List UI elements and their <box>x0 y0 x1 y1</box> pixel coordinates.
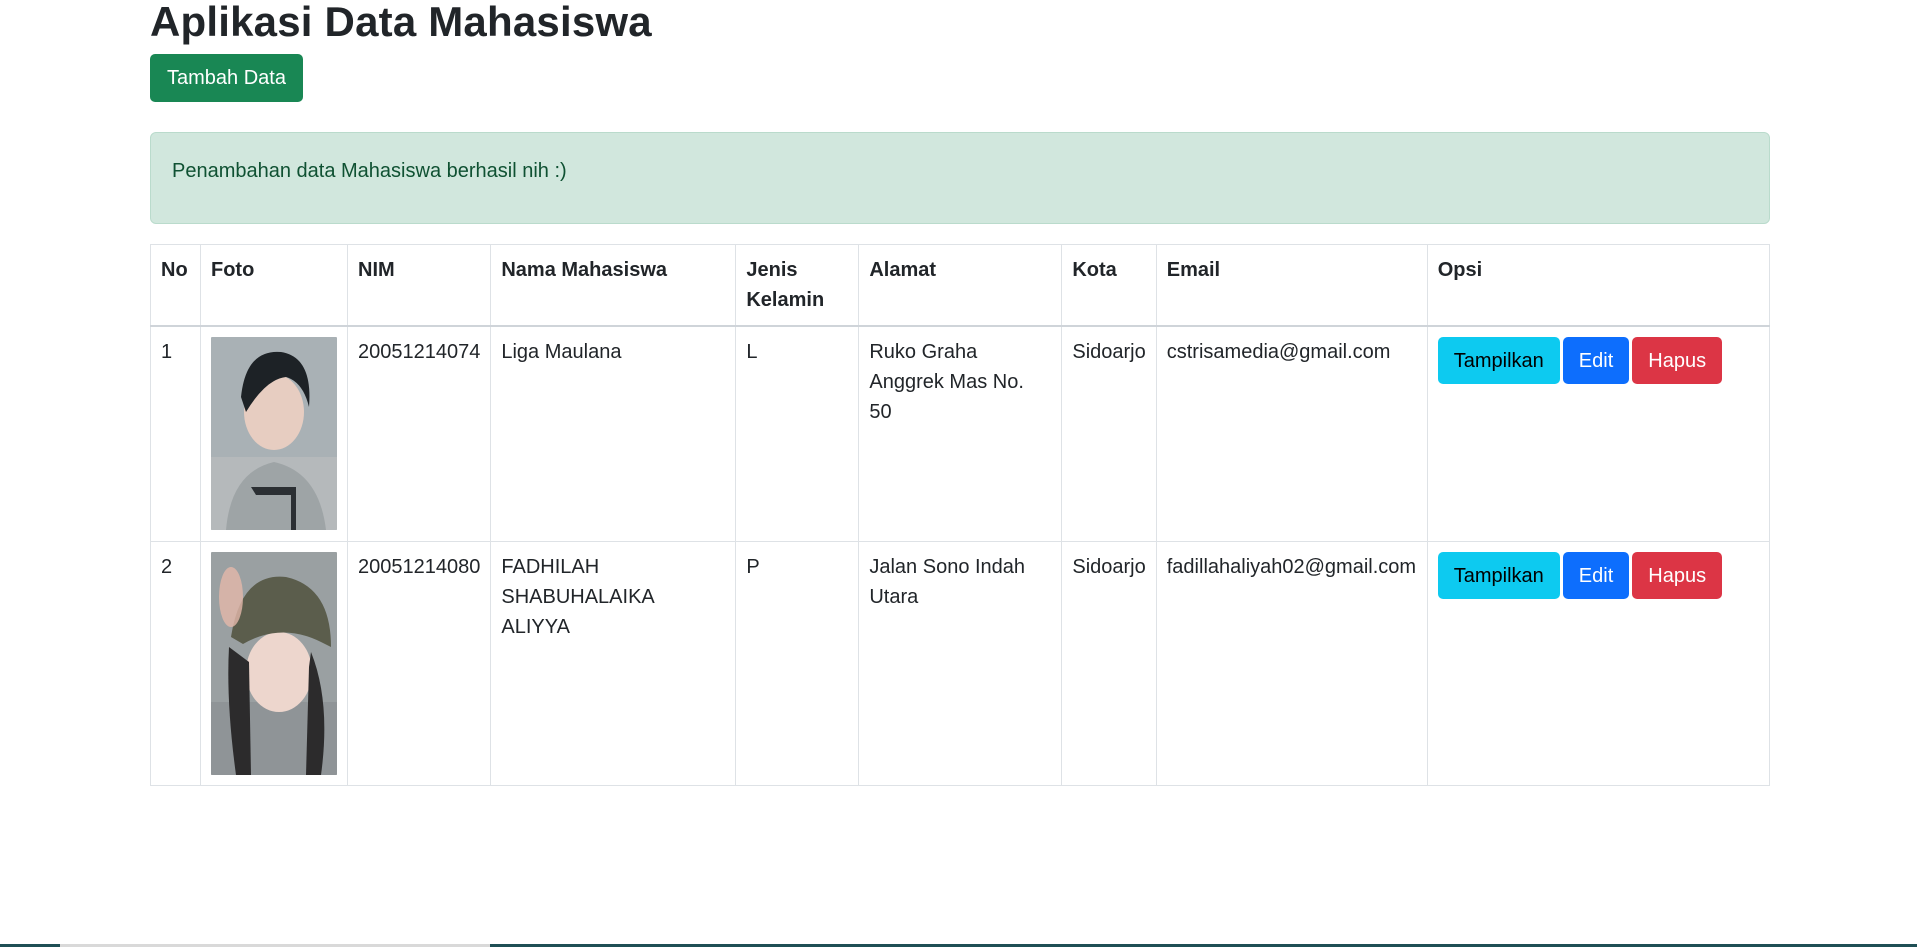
main-container: Aplikasi Data Mahasiswa Tambah Data Pena… <box>150 0 1771 786</box>
cell-nim: 20051214074 <box>346 325 492 542</box>
delete-button[interactable]: Hapus <box>1632 337 1723 384</box>
cell-jenis-kelamin: L <box>735 325 860 542</box>
delete-button[interactable]: Hapus <box>1632 552 1723 599</box>
cell-alamat: Ruko Graha Anggrek Mas No. 50 <box>858 325 1063 542</box>
table-row: 1 20051214074 Liga Maulana L Ruko Graha … <box>150 325 1771 542</box>
header-foto: Foto <box>200 244 348 327</box>
table-header-row: No Foto NIM Nama Mahasiswa Jenis Kelamin… <box>150 244 1771 327</box>
header-opsi: Opsi <box>1426 244 1771 327</box>
student-table: No Foto NIM Nama Mahasiswa Jenis Kelamin… <box>150 244 1771 786</box>
edit-button[interactable]: Edit <box>1562 337 1630 384</box>
cell-no: 1 <box>150 325 201 542</box>
cell-jenis-kelamin: P <box>735 541 860 786</box>
alert-message: Penambahan data Mahasiswa berhasil nih :… <box>172 160 567 182</box>
header-nama: Nama Mahasiswa <box>490 244 737 327</box>
success-alert: Penambahan data Mahasiswa berhasil nih :… <box>150 132 1770 224</box>
cell-no: 2 <box>150 541 201 786</box>
student-photo <box>211 337 337 530</box>
header-jenis-kelamin: Jenis Kelamin <box>735 244 860 327</box>
cell-nama: Liga Maulana <box>490 325 737 542</box>
header-kota: Kota <box>1061 244 1157 327</box>
edit-button[interactable]: Edit <box>1562 552 1630 599</box>
cell-email: cstrisamedia@gmail.com <box>1155 325 1428 542</box>
cell-nim: 20051214080 <box>346 541 492 786</box>
show-button[interactable]: Tampilkan <box>1437 337 1560 384</box>
show-button[interactable]: Tampilkan <box>1437 552 1560 599</box>
student-photo <box>211 552 337 775</box>
header-alamat: Alamat <box>858 244 1063 327</box>
header-nim: NIM <box>346 244 492 327</box>
cell-opsi: Tampilkan Edit Hapus <box>1426 325 1771 542</box>
table-row: 2 20051214080 FADHILAH SHABUHALAIKA ALIY… <box>150 541 1771 786</box>
cell-foto <box>200 325 348 542</box>
add-data-button[interactable]: Tambah Data <box>150 54 303 102</box>
cell-email: fadillahaliyah02@gmail.com <box>1155 541 1428 786</box>
cell-nama: FADHILAH SHABUHALAIKA ALIYYA <box>490 541 737 786</box>
cell-kota: Sidoarjo <box>1061 325 1157 542</box>
header-email: Email <box>1155 244 1428 327</box>
cell-kota: Sidoarjo <box>1061 541 1157 786</box>
page-title: Aplikasi Data Mahasiswa <box>150 0 652 45</box>
header-no: No <box>150 244 201 327</box>
cell-alamat: Jalan Sono Indah Utara <box>858 541 1063 786</box>
cell-foto <box>200 541 348 786</box>
cell-opsi: Tampilkan Edit Hapus <box>1426 541 1771 786</box>
